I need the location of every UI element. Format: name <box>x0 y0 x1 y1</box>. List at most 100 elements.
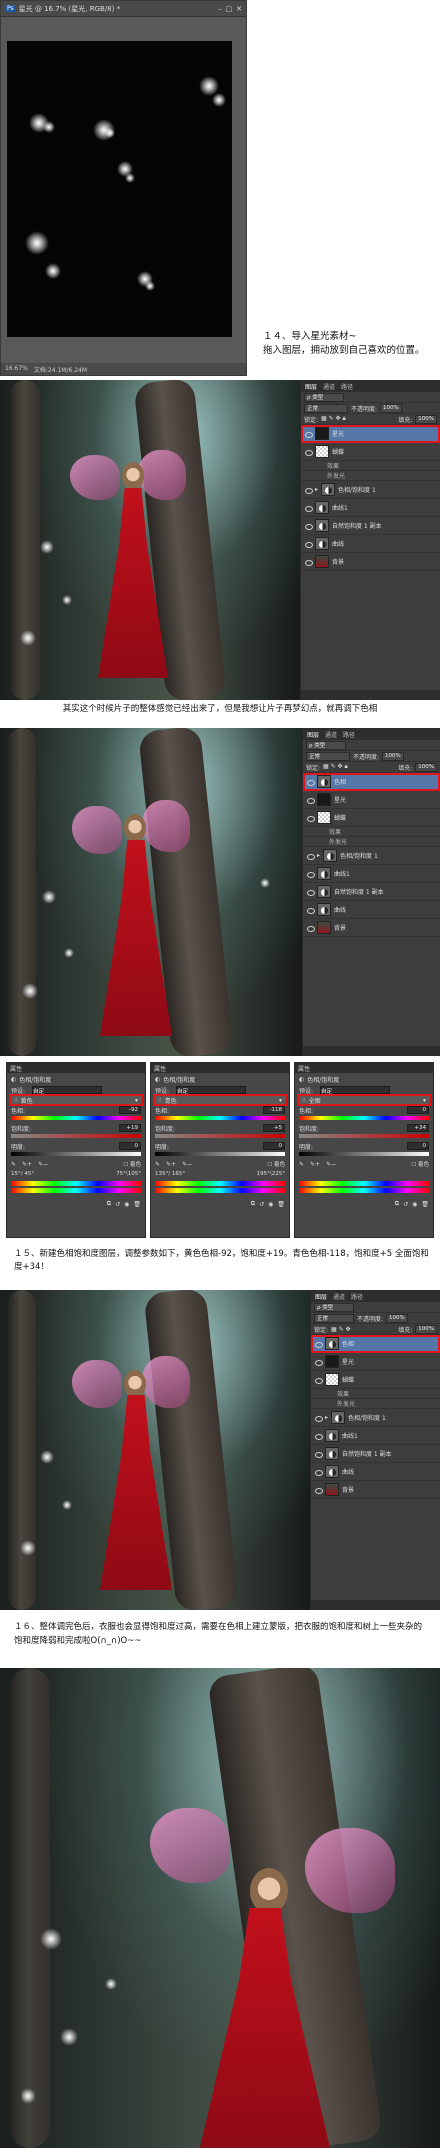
layer-row[interactable]: 曲线1 <box>311 1427 440 1445</box>
layers-bottom-toolbar[interactable] <box>301 690 440 700</box>
clip-icon[interactable]: ⧉ <box>395 1200 399 1208</box>
visibility-eye-icon[interactable] <box>306 852 315 860</box>
visibility-eye-icon[interactable] <box>314 1358 323 1366</box>
layer-effect-item[interactable]: 外发光 <box>303 837 440 847</box>
saturation-value[interactable]: +5 <box>263 1124 285 1132</box>
channel-select[interactable]: 全图 <box>309 1096 321 1105</box>
layer-row[interactable]: 蝴蝶 <box>301 443 440 461</box>
eyedropper-plus-icon[interactable]: ✎+ <box>310 1161 320 1168</box>
layer-row[interactable]: 色相 <box>303 773 440 791</box>
eyedropper-minus-icon[interactable]: ✎− <box>38 1161 48 1168</box>
layer-effect-item[interactable]: 外发光 <box>311 1399 440 1409</box>
clip-icon[interactable]: ⧉ <box>107 1200 111 1208</box>
visibility-eye-icon[interactable] <box>306 814 315 822</box>
layer-row[interactable]: 自然饱和度 1 副本 <box>301 517 440 535</box>
reset-icon[interactable]: ↺ <box>259 1201 264 1208</box>
layer-row[interactable]: ▸ 色相/饱和度 1 <box>303 847 440 865</box>
visibility-eye-icon[interactable] <box>304 486 313 494</box>
layer-effect-item[interactable]: 效果 <box>303 827 440 837</box>
layer-row[interactable]: 蝴蝶 <box>311 1371 440 1389</box>
trash-icon[interactable]: 🗑︎ <box>277 1201 285 1208</box>
eye-icon[interactable]: ◉ <box>412 1201 417 1208</box>
lock-icons[interactable]: ▦ ✎ ✥ 🔒︎ <box>323 763 348 771</box>
minimize-icon[interactable]: – <box>218 5 222 13</box>
hue-value[interactable]: -118 <box>263 1106 285 1114</box>
hue-range-bar-top[interactable] <box>11 1181 141 1186</box>
clip-icon[interactable]: ⧉ <box>251 1200 255 1208</box>
layer-row[interactable]: 星光 <box>301 425 440 443</box>
layer-effect-item[interactable]: 外发光 <box>301 471 440 481</box>
layer-row[interactable]: 背景 <box>301 553 440 571</box>
lightness-slider[interactable] <box>11 1152 141 1156</box>
close-icon[interactable]: ✕ <box>236 5 242 13</box>
hand-tool-icon[interactable]: ☝ <box>158 1097 162 1104</box>
channel-select[interactable]: 黄色 <box>21 1096 33 1105</box>
visibility-eye-icon[interactable] <box>304 558 313 566</box>
eyedropper-icon[interactable]: ✎ <box>299 1161 304 1168</box>
opacity-field[interactable]: 100% <box>386 1313 408 1323</box>
visibility-eye-icon[interactable] <box>314 1432 323 1440</box>
layer-row[interactable]: 自然饱和度 1 副本 <box>303 883 440 901</box>
fill-field[interactable]: 100% <box>415 414 437 424</box>
fill-field[interactable]: 100% <box>415 762 437 772</box>
opacity-field[interactable]: 100% <box>380 403 402 413</box>
trash-icon[interactable]: 🗑︎ <box>133 1201 141 1208</box>
hue-slider[interactable] <box>155 1116 285 1120</box>
eyedropper-minus-icon[interactable]: ✎− <box>326 1161 336 1168</box>
layer-row[interactable]: 蝴蝶 <box>303 809 440 827</box>
saturation-value[interactable]: +19 <box>119 1124 141 1132</box>
lock-icons[interactable]: ▦ ✎ ✥ <box>331 1326 351 1333</box>
trash-icon[interactable]: 🗑︎ <box>421 1201 429 1208</box>
lightness-value[interactable]: 0 <box>263 1142 285 1150</box>
blend-mode-select[interactable]: 正常 <box>314 1313 354 1323</box>
visibility-eye-icon[interactable] <box>304 448 313 456</box>
kind-filter[interactable]: ρ 类型 <box>314 1302 354 1312</box>
tab-paths[interactable]: 路径 <box>341 382 353 391</box>
layer-row[interactable]: 曲线1 <box>301 499 440 517</box>
tab-layers[interactable]: 图层 <box>315 1292 327 1301</box>
group-expand-icon[interactable]: ▸ <box>315 486 318 493</box>
lightness-value[interactable]: 0 <box>119 1142 141 1150</box>
visibility-eye-icon[interactable] <box>306 906 315 914</box>
kind-filter[interactable]: ρ 类型 <box>306 740 346 750</box>
layer-row[interactable]: 曲线 <box>311 1463 440 1481</box>
visibility-eye-icon[interactable] <box>304 522 313 530</box>
layer-row[interactable]: 星光 <box>311 1353 440 1371</box>
saturation-slider[interactable] <box>299 1134 429 1138</box>
saturation-slider[interactable] <box>155 1134 285 1138</box>
layer-row[interactable]: 背景 <box>311 1481 440 1499</box>
fill-field[interactable]: 100% <box>415 1324 437 1334</box>
tab-channels[interactable]: 通道 <box>325 730 337 739</box>
preset-select[interactable]: 自定 <box>176 1086 247 1095</box>
visibility-eye-icon[interactable] <box>314 1468 323 1476</box>
group-expand-icon[interactable]: ▸ <box>317 852 320 859</box>
visibility-eye-icon[interactable] <box>304 540 313 548</box>
visibility-eye-icon[interactable] <box>314 1340 323 1348</box>
hue-value[interactable]: 0 <box>407 1106 429 1114</box>
visibility-eye-icon[interactable] <box>314 1450 323 1458</box>
reset-icon[interactable]: ↺ <box>115 1201 120 1208</box>
tab-channels[interactable]: 通道 <box>323 382 335 391</box>
zoom-level[interactable]: 16.67% <box>5 365 28 373</box>
tab-layers[interactable]: 图层 <box>305 382 317 391</box>
tab-layers[interactable]: 图层 <box>307 730 319 739</box>
kind-filter[interactable]: ρ 类型 <box>304 392 344 402</box>
hue-range-bar-top[interactable] <box>155 1181 285 1186</box>
colorize-checkbox[interactable]: ☐ 着色 <box>267 1160 285 1168</box>
saturation-value[interactable]: +34 <box>407 1124 429 1132</box>
starlight-canvas[interactable] <box>7 41 232 337</box>
hue-slider[interactable] <box>299 1116 429 1120</box>
visibility-eye-icon[interactable] <box>304 504 313 512</box>
colorize-checkbox[interactable]: ☐ 着色 <box>123 1160 141 1168</box>
tab-paths[interactable]: 路径 <box>343 730 355 739</box>
eyedropper-plus-icon[interactable]: ✎+ <box>166 1161 176 1168</box>
eyedropper-minus-icon[interactable]: ✎− <box>182 1161 192 1168</box>
layer-row[interactable]: 曲线1 <box>303 865 440 883</box>
layer-row[interactable]: 曲线 <box>301 535 440 553</box>
maximize-icon[interactable]: □ <box>226 5 233 13</box>
layer-row[interactable]: ▸ 色相/饱和度 1 <box>311 1409 440 1427</box>
layer-row[interactable]: 星光 <box>303 791 440 809</box>
blend-mode-select[interactable]: 正常 <box>306 751 350 761</box>
hue-range-bar-top[interactable] <box>299 1181 429 1186</box>
layer-row[interactable]: 色相 <box>311 1335 440 1353</box>
